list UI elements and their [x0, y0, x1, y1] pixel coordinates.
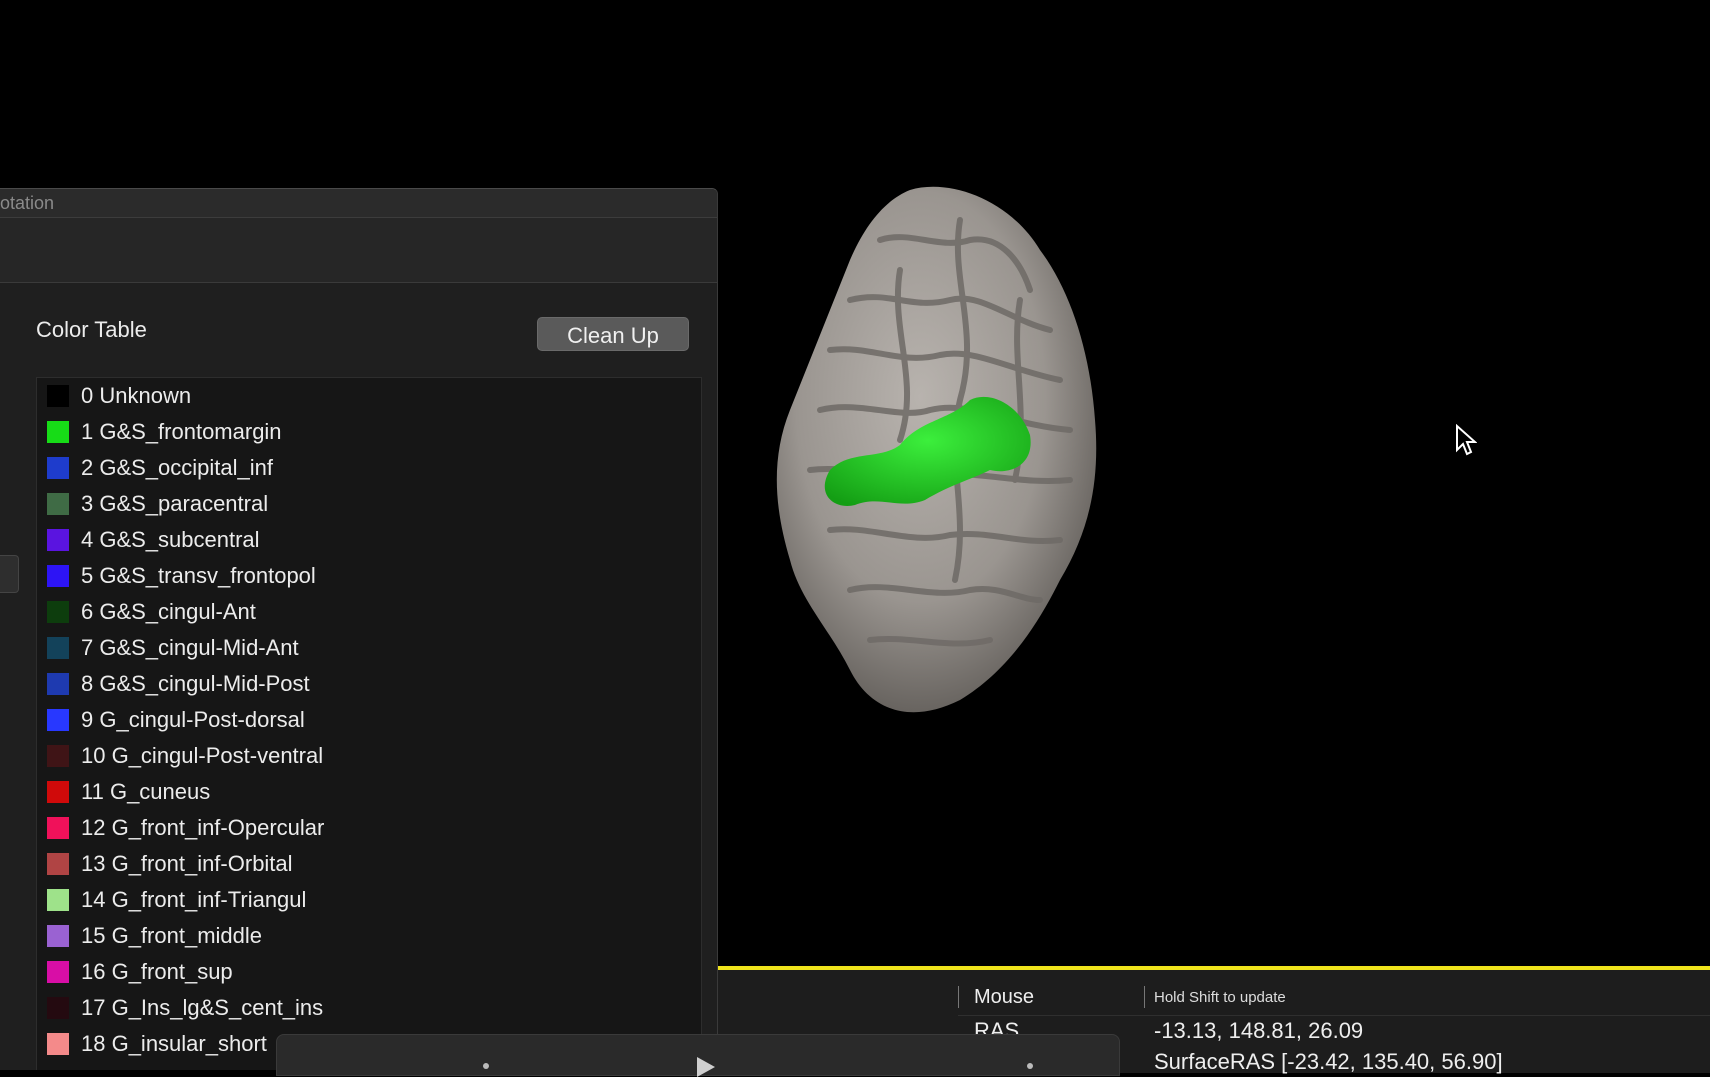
color-swatch [47, 925, 69, 947]
color-table-item-label: 2 G&S_occipital_inf [81, 455, 273, 480]
surface-ras-value[interactable]: SurfaceRAS [-23.42, 135.40, 56.90] [1154, 1049, 1503, 1075]
mouse-header: Mouse [974, 986, 1035, 1008]
color-swatch [47, 421, 69, 443]
color-swatch [47, 601, 69, 623]
color-swatch [47, 529, 69, 551]
color-table-item[interactable]: 16 G_front_sup [37, 954, 701, 990]
color-table-item-label: 4 G&S_subcentral [81, 527, 260, 552]
color-table-item-label: 10 G_cingul-Post-ventral [81, 743, 324, 768]
color-swatch [47, 457, 69, 479]
color-table-item[interactable]: 14 G_front_inf-Triangul [37, 882, 701, 918]
color-table-item-label: 7 G&S_cingul-Mid-Ant [81, 635, 299, 660]
color-swatch [47, 493, 69, 515]
control-dot-right[interactable] [1027, 1063, 1033, 1069]
color-table-item[interactable]: 15 G_front_middle [37, 918, 701, 954]
color-table-item-label: 5 G&S_transv_frontopol [81, 563, 316, 588]
clean-up-button[interactable]: Clean Up [537, 317, 689, 351]
shift-hint: Hold Shift to update [1154, 989, 1286, 1006]
color-swatch [47, 997, 69, 1019]
color-table-item[interactable]: 8 G&S_cingul-Mid-Post [37, 666, 701, 702]
color-table-item-label: 16 G_front_sup [81, 959, 233, 984]
color-table-item-label: 15 G_front_middle [81, 923, 262, 948]
column-divider[interactable] [958, 986, 959, 1008]
color-table-item-label: 17 G_Ins_lg&S_cent_ins [81, 995, 324, 1020]
color-table-item-label: 0 Unknown [81, 383, 192, 408]
panel-title: otation [0, 189, 717, 218]
color-swatch [47, 853, 69, 875]
color-table-item[interactable]: 1 G&S_frontomargin [37, 414, 701, 450]
color-swatch [47, 565, 69, 587]
color-table-item-label: 1 G&S_frontomargin [81, 419, 282, 444]
play-icon[interactable] [697, 1057, 715, 1077]
color-table-list[interactable]: 0 Unknown 1 G&S_frontomargin 2 G&S_occipit… [36, 377, 702, 1070]
color-table-item-label: 18 G_insular_short [81, 1031, 267, 1056]
annotation-panel: otation Color Table Clean Up 0 Unknown 1 … [0, 188, 718, 1070]
color-swatch [47, 745, 69, 767]
row-separator [958, 1015, 1710, 1016]
color-table-item-label: 13 G_front_inf-Orbital [81, 851, 293, 876]
color-swatch [47, 385, 69, 407]
color-swatch [47, 1033, 69, 1055]
color-table-item[interactable]: 0 Unknown [37, 378, 701, 414]
color-table-item[interactable]: 11 G_cuneus [37, 774, 701, 810]
playback-controls [276, 1034, 1120, 1077]
color-table-item-label: 3 G&S_paracentral [81, 491, 269, 516]
color-table-item[interactable]: 7 G&S_cingul-Mid-Ant [37, 630, 701, 666]
color-table-item-label: 12 G_front_inf-Opercular [81, 815, 325, 840]
color-swatch [47, 637, 69, 659]
color-swatch [47, 709, 69, 731]
mouse-cursor-icon [1456, 424, 1477, 456]
brain-surface[interactable] [760, 180, 1160, 740]
color-swatch [47, 817, 69, 839]
color-swatch [47, 889, 69, 911]
color-table-item[interactable]: 12 G_front_inf-Opercular [37, 810, 701, 846]
color-table-item-label: 14 G_front_inf-Triangul [81, 887, 307, 912]
control-dot-left[interactable] [483, 1063, 489, 1069]
color-table-item[interactable]: 2 G&S_occipital_inf [37, 450, 701, 486]
color-table-item[interactable]: 10 G_cingul-Post-ventral [37, 738, 701, 774]
collapse-handle[interactable] [0, 555, 19, 593]
color-swatch [47, 673, 69, 695]
color-swatch [47, 781, 69, 803]
color-table-item-label: 9 G_cingul-Post-dorsal [81, 707, 305, 732]
color-table-item[interactable]: 5 G&S_transv_frontopol [37, 558, 701, 594]
color-table-item[interactable]: 4 G&S_subcentral [37, 522, 701, 558]
color-table-label: Color Table [36, 317, 147, 342]
color-table-item-label: 6 G&S_cingul-Ant [81, 599, 256, 624]
color-table-item[interactable]: 3 G&S_paracentral [37, 486, 701, 522]
panel-toolbar [0, 218, 717, 283]
color-table-item-label: 11 G_cuneus [81, 779, 211, 804]
color-table-item[interactable]: 13 G_front_inf-Orbital [37, 846, 701, 882]
color-table-item[interactable]: 9 G_cingul-Post-dorsal [37, 702, 701, 738]
ras-value[interactable]: -13.13, 148.81, 26.09 [1154, 1018, 1363, 1044]
color-swatch [47, 961, 69, 983]
color-table-item[interactable]: 17 G_Ins_lg&S_cent_ins [37, 990, 701, 1026]
column-divider[interactable] [1144, 986, 1145, 1008]
color-table-item-label: 8 G&S_cingul-Mid-Post [81, 671, 310, 696]
color-table-item[interactable]: 6 G&S_cingul-Ant [37, 594, 701, 630]
